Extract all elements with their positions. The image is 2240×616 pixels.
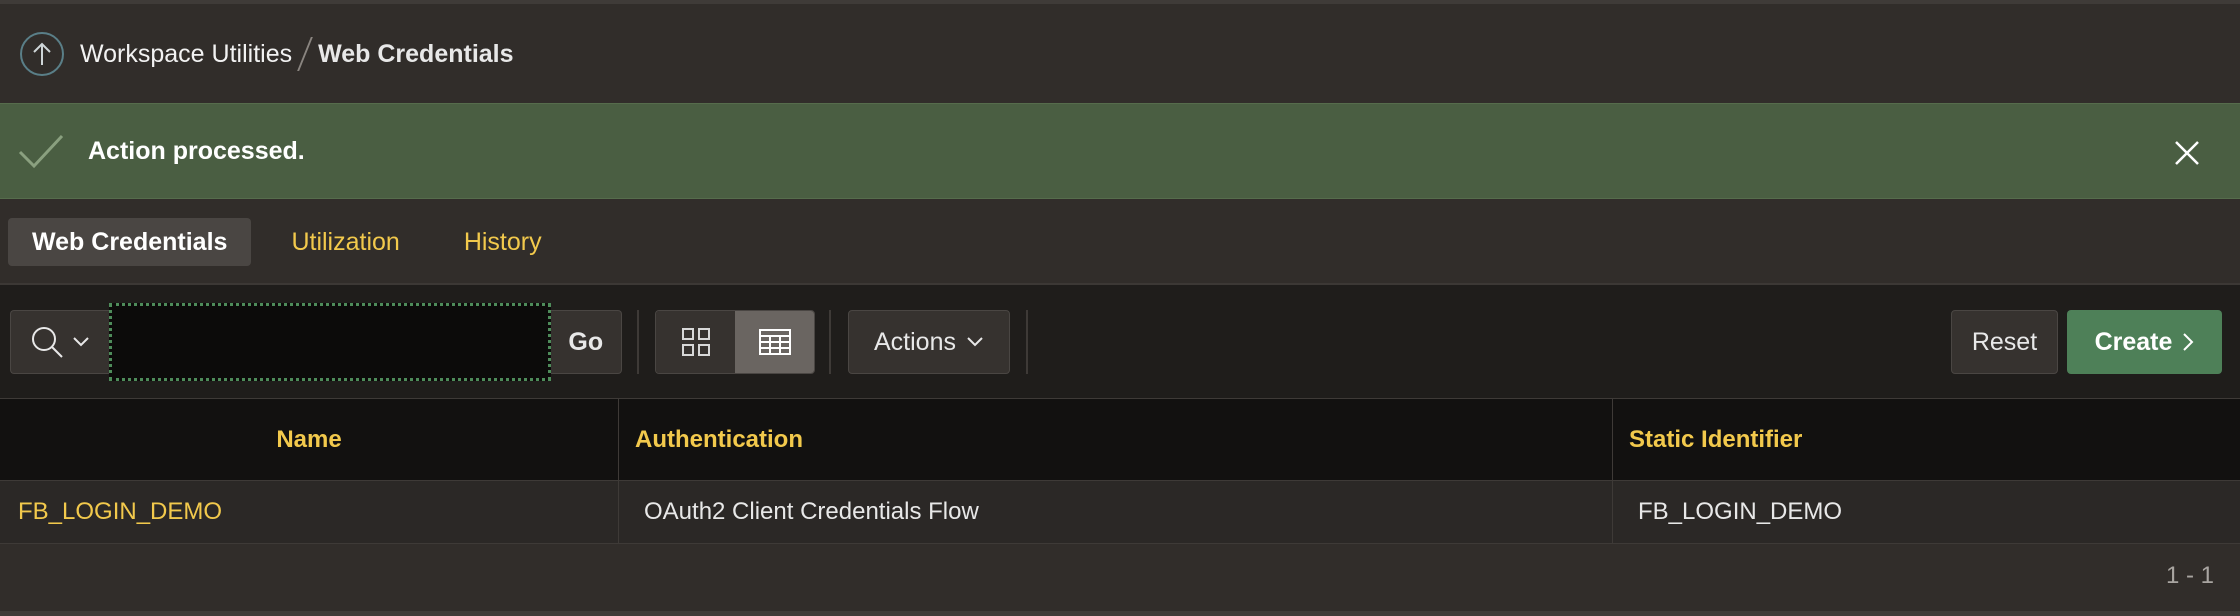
chevron-down-icon: [967, 337, 983, 347]
pagination-info: 1 - 1: [2165, 562, 2214, 589]
authentication-cell: OAuth2 Client Credentials Flow: [619, 481, 1613, 543]
view-mode-toggle: [655, 310, 815, 374]
go-button[interactable]: Go: [550, 310, 623, 374]
breadcrumb-separator: [297, 37, 313, 71]
success-alert: Action processed.: [0, 103, 2240, 199]
search-icon: [32, 327, 63, 358]
report-toolbar: Go Actions Reset Create: [0, 285, 2240, 398]
create-button[interactable]: Create: [2067, 310, 2222, 374]
icon-view-button[interactable]: [656, 311, 735, 373]
table-row: FB_LOGIN_DEMO OAuth2 Client Credentials …: [0, 480, 2240, 544]
top-border: [0, 0, 2240, 4]
credentials-table: Name Authentication Static Identifier FB…: [0, 398, 2240, 544]
column-header-static-identifier[interactable]: Static Identifier: [1613, 399, 2240, 481]
search-bar: Go: [10, 303, 623, 381]
column-header-name[interactable]: Name: [0, 399, 619, 481]
create-label: Create: [2094, 327, 2173, 356]
table-header: Name Authentication Static Identifier: [0, 398, 2240, 481]
chevron-right-icon: [2183, 333, 2194, 351]
chevron-down-icon: [73, 337, 89, 347]
grid-icon: [681, 328, 710, 356]
static-identifier-cell: FB_LOGIN_DEMO: [1638, 498, 1843, 525]
search-input[interactable]: [109, 303, 551, 381]
breadcrumb: Workspace Utilities Web Credentials: [20, 32, 514, 76]
column-header-authentication[interactable]: Authentication: [619, 399, 1613, 481]
search-column-selector[interactable]: [10, 310, 110, 374]
tab-bar: Web Credentials Utilization History: [8, 218, 582, 266]
alert-message: Action processed.: [88, 137, 305, 165]
check-icon: [18, 134, 64, 169]
credential-name-link[interactable]: FB_LOGIN_DEMO: [0, 481, 619, 543]
actions-label: Actions: [874, 327, 956, 356]
up-arrow-icon[interactable]: [20, 32, 64, 76]
toolbar-separator: [829, 310, 831, 374]
actions-menu-button[interactable]: Actions: [848, 310, 1010, 374]
close-icon[interactable]: [2172, 138, 2202, 168]
page-title: Web Credentials: [318, 39, 514, 68]
tab-history[interactable]: History: [440, 218, 566, 266]
tab-utilization[interactable]: Utilization: [267, 218, 423, 266]
table-icon: [758, 329, 791, 355]
toolbar-separator: [1026, 310, 1028, 374]
reset-button[interactable]: Reset: [1951, 310, 2058, 374]
breadcrumb-parent-link[interactable]: Workspace Utilities: [80, 40, 292, 69]
bottom-border: [0, 611, 2240, 616]
tab-web-credentials[interactable]: Web Credentials: [8, 218, 252, 266]
report-view-button[interactable]: [735, 311, 814, 373]
toolbar-separator: [637, 310, 639, 374]
